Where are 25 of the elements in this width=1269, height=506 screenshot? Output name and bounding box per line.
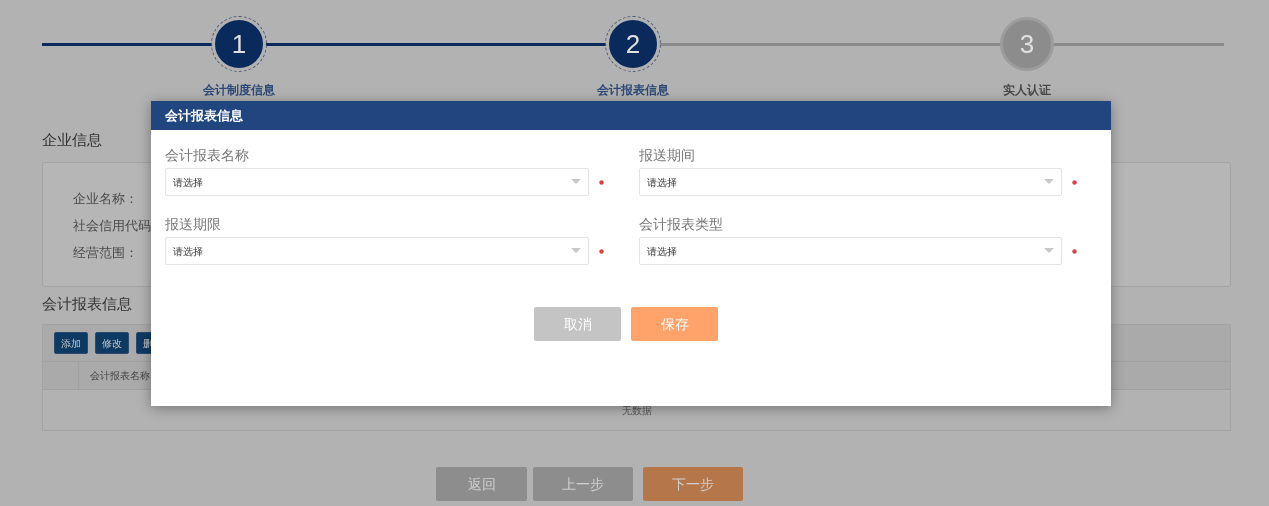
dropdown-caret-icon [570, 248, 581, 254]
column-header: 会计报表名称 [90, 369, 150, 383]
field-label: 报送期间 [638, 146, 695, 164]
dropdown-caret-icon [1044, 179, 1054, 185]
dialog-title: 会计报表信息 [165, 106, 243, 125]
select-field[interactable]: 请选择 [165, 237, 589, 265]
section-title: 会计报表信息 [42, 293, 132, 314]
field-label: 会计报表名称 [165, 146, 249, 164]
toolbar-button[interactable]: 修改 [95, 332, 129, 354]
dropdown-caret-icon [1044, 248, 1054, 254]
section-title: 企业信息 [42, 130, 102, 150]
dropdown-caret-icon [570, 179, 581, 185]
toolbar-button[interactable]: 添加 [54, 332, 88, 354]
step-label: 会计报表信息 [597, 82, 669, 99]
empty-message: 无数据 [621, 403, 652, 418]
info-label: 企业名称： [73, 189, 138, 208]
info-label: 经营范围： [73, 243, 138, 262]
step-label: 会计制度信息 [203, 82, 275, 99]
field-label: 报送期限 [165, 215, 221, 233]
select-field[interactable]: 请选择 [638, 168, 1062, 196]
select-field[interactable]: 请选择 [165, 168, 589, 196]
step-label: 实人认证 [1003, 82, 1051, 99]
info-label: 社会信用代码 [73, 216, 151, 235]
field-label: 会计报表类型 [638, 215, 723, 233]
select-field[interactable]: 请选择 [638, 237, 1062, 265]
